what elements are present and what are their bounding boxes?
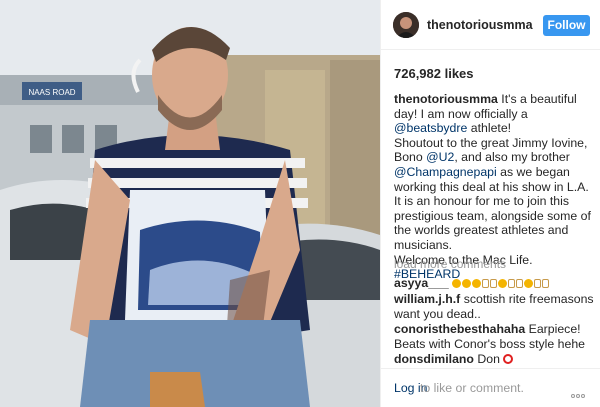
comment-username[interactable]: conoristhebesthahaha: [394, 322, 525, 336]
post-footer: Log in to like or comment.: [381, 368, 600, 407]
likes-count[interactable]: 726,982 likes: [394, 66, 474, 81]
caption-text-4: , and also my brother: [454, 150, 570, 165]
avatar[interactable]: [393, 12, 419, 38]
caption: thenotoriousmma It's a beautiful day! I …: [394, 92, 594, 282]
follow-button[interactable]: Follow: [543, 15, 590, 36]
post-header: thenotoriousmma Follow: [381, 0, 600, 50]
post-side-panel: thenotoriousmma Follow 726,982 likes the…: [380, 0, 600, 407]
comment-username[interactable]: donsdimilano: [394, 352, 474, 366]
comment-item: conoristhebesthahaha Earpiece! Beats wit…: [394, 322, 594, 351]
caption-text-2: athlete!: [467, 121, 512, 136]
mention-beatsbydre[interactable]: @beatsbydre: [394, 121, 467, 135]
comment-text: Don: [477, 352, 500, 366]
mention-champagnepapi[interactable]: @Champagnepapi: [394, 165, 497, 179]
mention-u2[interactable]: @U2: [426, 150, 454, 164]
photo-illustration: NAAS ROAD: [0, 0, 380, 407]
building-sign: NAAS ROAD: [28, 88, 75, 97]
instagram-post: NAAS ROAD thenotoriousmma Follow 726,982…: [0, 0, 600, 407]
emoji-icon: [452, 276, 550, 290]
comment-username[interactable]: william.j.h.f: [394, 292, 460, 306]
header-username[interactable]: thenotoriousmma: [427, 18, 533, 32]
load-more-comments[interactable]: load more comments: [394, 257, 506, 271]
comment-username[interactable]: asyya___: [394, 276, 449, 290]
more-options-icon[interactable]: [571, 385, 591, 398]
comment-item: donsdimilano Don: [394, 352, 594, 367]
comment-item: william.j.h.f scottish rite freemasons w…: [394, 292, 594, 321]
caption-username[interactable]: thenotoriousmma: [394, 92, 498, 106]
comment-prompt: to like or comment.: [420, 381, 524, 395]
avatar-image: [393, 12, 419, 38]
comment-item: asyya___: [394, 276, 594, 291]
post-photo[interactable]: NAAS ROAD: [0, 0, 380, 407]
caption-text-6: It is an honour for me to join this pres…: [394, 194, 591, 252]
red-circle-icon: [503, 354, 514, 364]
